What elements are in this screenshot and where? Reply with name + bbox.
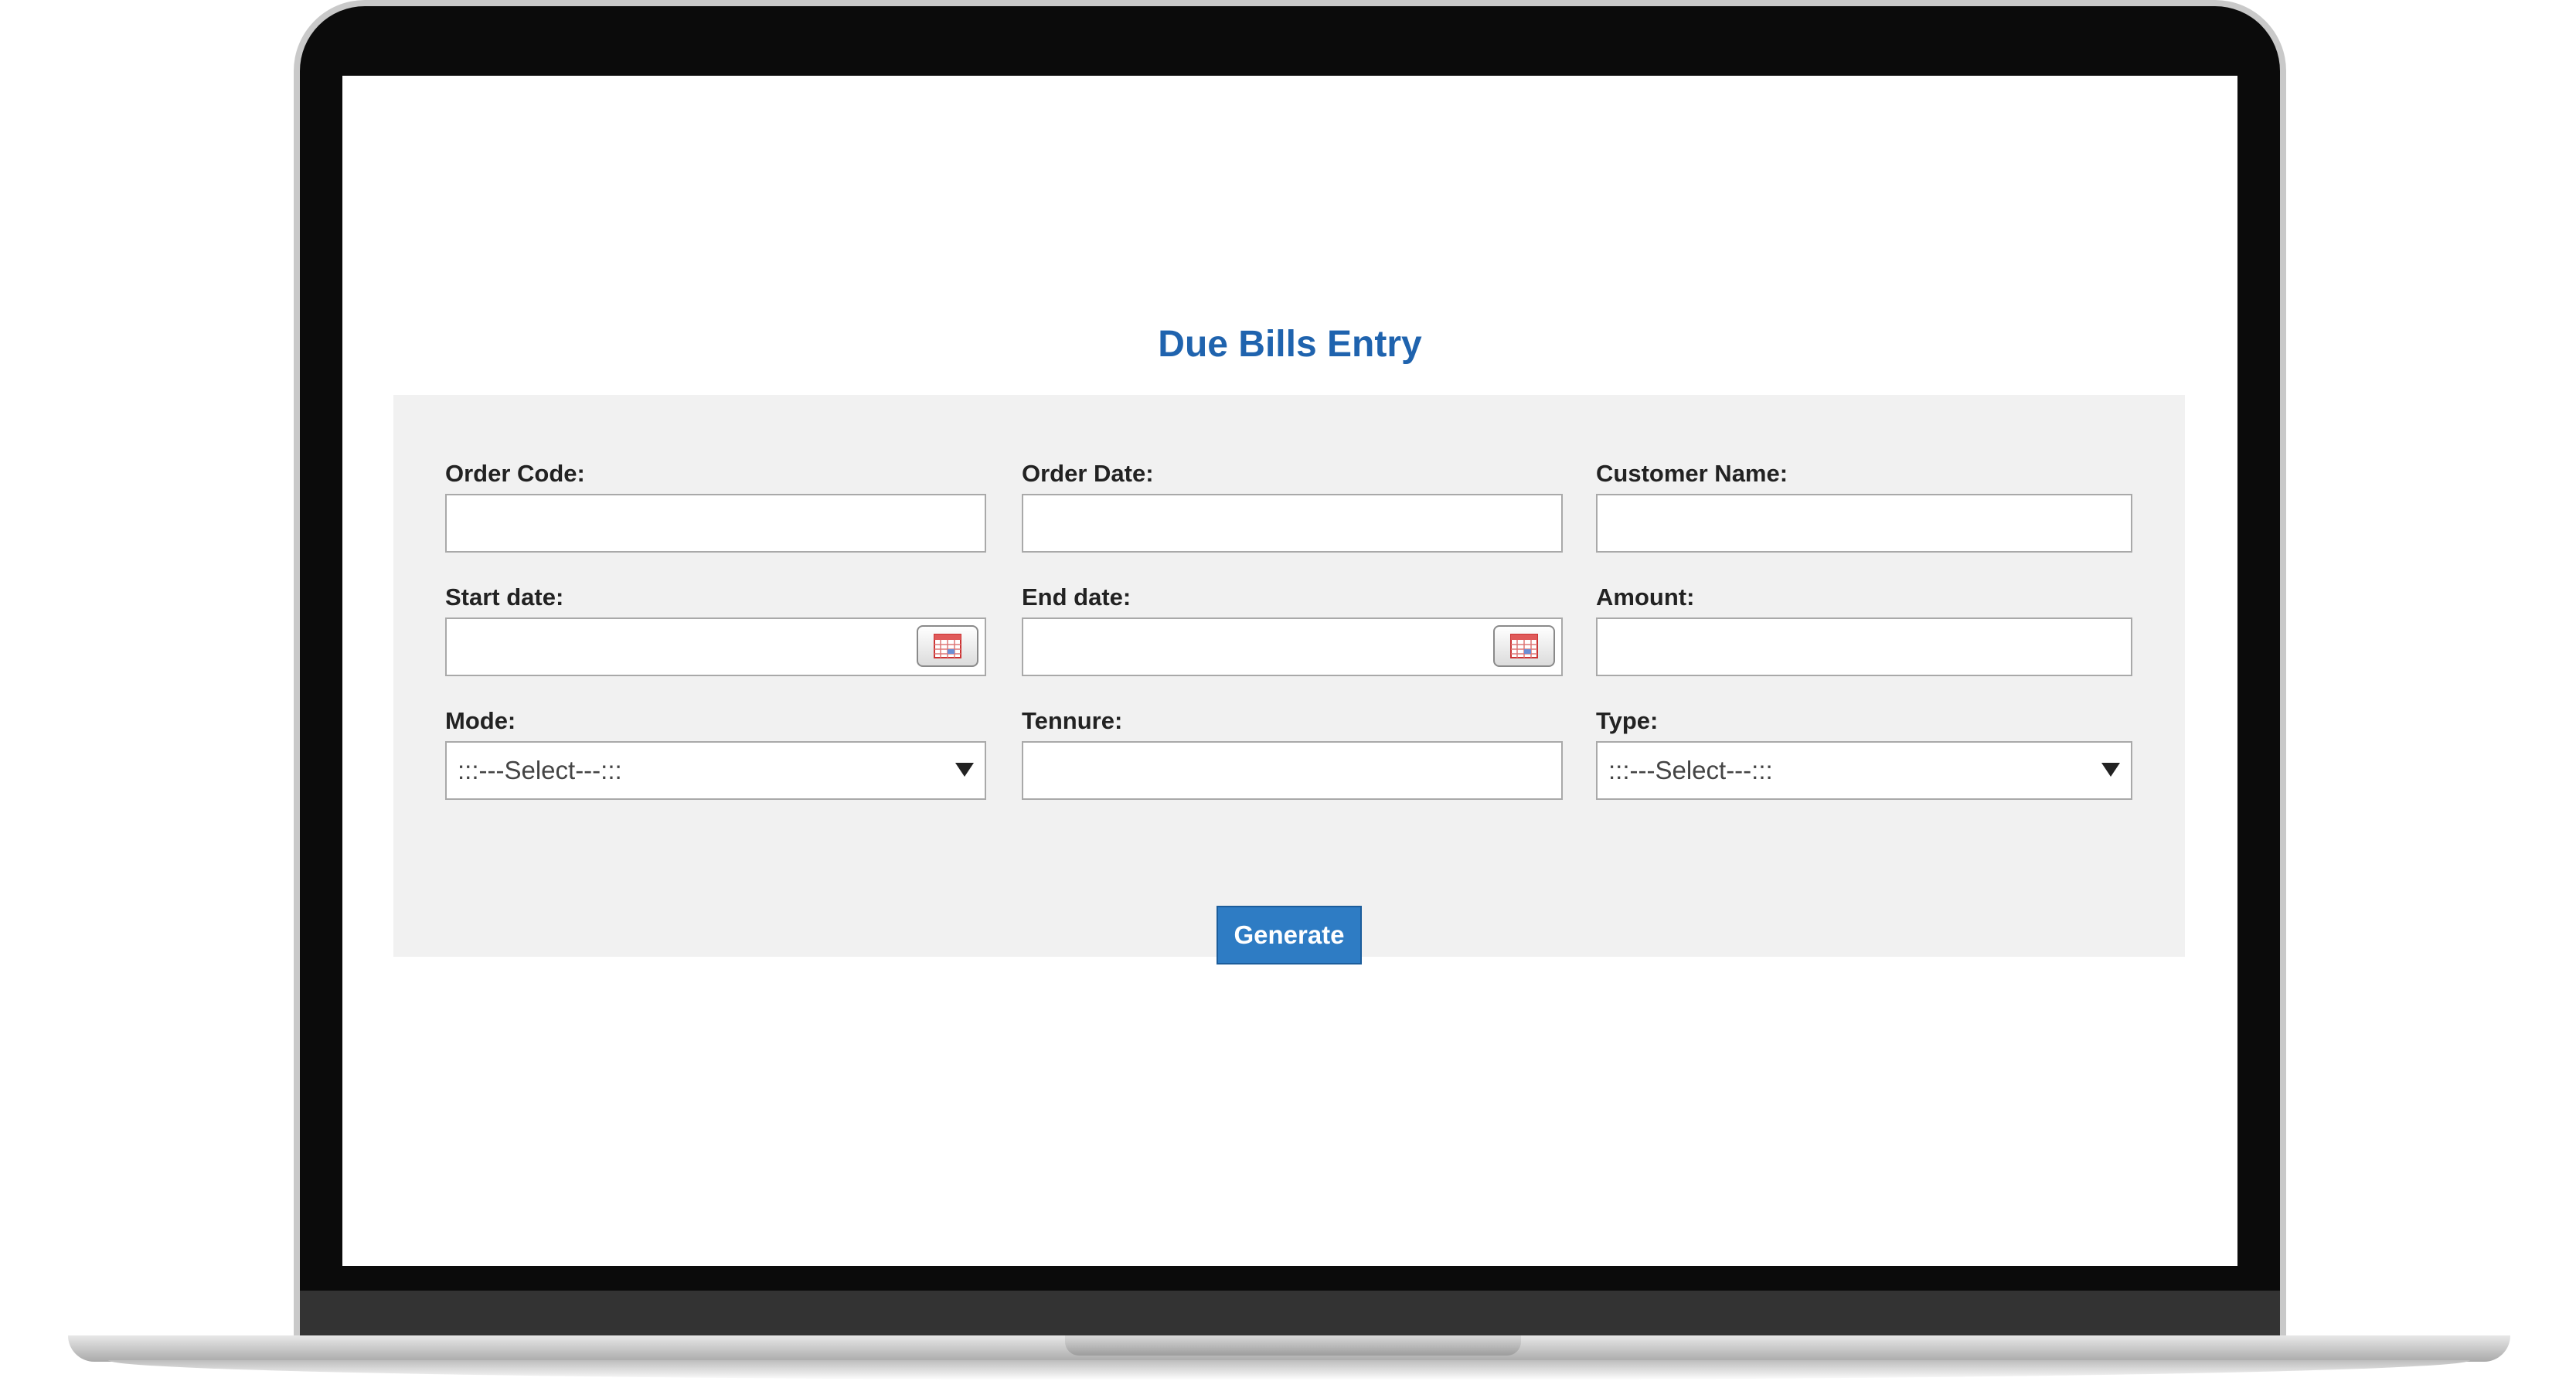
customer-name-field: Customer Name: xyxy=(1596,460,2132,553)
laptop-base-shadow xyxy=(108,1360,2470,1380)
order-code-label: Order Code: xyxy=(445,460,585,487)
end-date-calendar-button[interactable] xyxy=(1493,625,1555,667)
page-title: Due Bills Entry xyxy=(1158,324,1422,365)
chevron-down-icon xyxy=(2101,763,2120,777)
end-date-field: End date: xyxy=(1022,583,1563,676)
laptop-notch xyxy=(1065,1335,1521,1356)
type-selected-value: :::---Select---::: xyxy=(1608,756,1773,784)
start-date-field: Start date: xyxy=(445,583,986,676)
start-date-wrapper xyxy=(445,617,986,676)
type-select[interactable]: :::---Select---::: xyxy=(1596,741,2132,800)
amount-label: Amount: xyxy=(1596,583,1695,611)
order-date-field: Order Date: xyxy=(1022,460,1563,553)
mode-select[interactable]: :::---Select---::: xyxy=(445,741,986,800)
laptop-chin xyxy=(300,1291,2280,1337)
tennure-input[interactable] xyxy=(1022,741,1563,800)
generate-button[interactable]: Generate xyxy=(1217,906,1362,964)
customer-name-input[interactable] xyxy=(1596,494,2132,553)
due-bills-form: Order Code: Order Date: Customer Name: S… xyxy=(393,395,2185,957)
mode-label: Mode: xyxy=(445,707,516,734)
end-date-wrapper xyxy=(1022,617,1563,676)
tennure-field: Tennure: xyxy=(1022,707,1563,800)
start-date-calendar-button[interactable] xyxy=(917,625,978,667)
mode-field: Mode: :::---Select---::: xyxy=(445,707,986,800)
chevron-down-icon xyxy=(955,763,974,777)
tennure-label: Tennure: xyxy=(1022,707,1123,734)
mode-selected-value: :::---Select---::: xyxy=(458,756,622,784)
start-date-input[interactable] xyxy=(445,617,986,676)
order-date-label: Order Date: xyxy=(1022,460,1154,487)
order-code-field: Order Code: xyxy=(445,460,986,553)
type-field: Type: :::---Select---::: xyxy=(1596,707,2132,800)
calendar-icon xyxy=(1510,634,1538,658)
amount-field: Amount: xyxy=(1596,583,2132,676)
start-date-label: Start date: xyxy=(445,583,564,611)
customer-name-label: Customer Name: xyxy=(1596,460,1788,487)
amount-input[interactable] xyxy=(1596,617,2132,676)
order-code-input[interactable] xyxy=(445,494,986,553)
end-date-label: End date: xyxy=(1022,583,1131,611)
type-label: Type: xyxy=(1596,707,1659,734)
laptop-screen: Due Bills Entry Order Code: Order Date: … xyxy=(342,76,2237,1266)
calendar-icon xyxy=(934,634,961,658)
order-date-input[interactable] xyxy=(1022,494,1563,553)
end-date-input[interactable] xyxy=(1022,617,1563,676)
